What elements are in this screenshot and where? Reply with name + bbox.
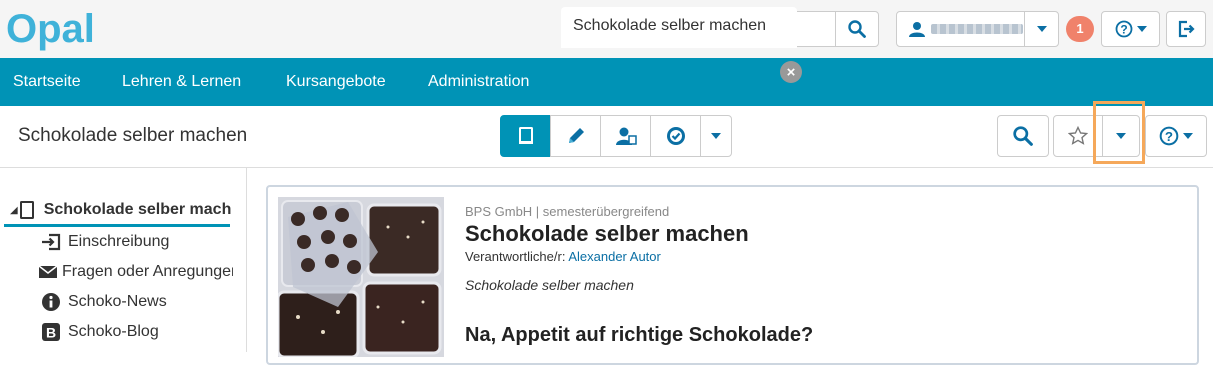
caret-down-icon bbox=[1036, 26, 1047, 32]
highlight-frame bbox=[1093, 101, 1145, 164]
tree-item-label: Schoko-Blog bbox=[68, 323, 159, 340]
course-assessment-button[interactable] bbox=[650, 115, 701, 157]
caret-down-icon bbox=[711, 133, 721, 139]
book-icon bbox=[518, 127, 533, 144]
main-navigation: Startseite Lehren & Lernen Kursangebote … bbox=[0, 58, 1213, 106]
course-organization: BPS GmbH | semesterübergreifend bbox=[465, 204, 670, 219]
course-description: Schokolade selber machen bbox=[465, 277, 634, 293]
responsible-line: Verantwortliche/r: Alexander Autor bbox=[465, 249, 661, 264]
nav-item-lehren-lernen[interactable]: Lehren & Lernen bbox=[122, 58, 241, 106]
help-button-header[interactable]: ? bbox=[1101, 11, 1160, 47]
search-icon bbox=[848, 20, 866, 38]
svg-text:?: ? bbox=[1120, 23, 1127, 37]
user-icon bbox=[909, 22, 925, 37]
envelope-icon bbox=[38, 265, 58, 279]
tree-item-schoko-blog[interactable]: B Schoko-Blog bbox=[38, 318, 233, 346]
book-icon bbox=[18, 200, 36, 220]
blog-icon: B bbox=[38, 322, 64, 342]
tree-root-label: Schokolade selber machen bbox=[43, 201, 232, 218]
nav-item-administration[interactable]: Administration bbox=[428, 58, 529, 106]
tree-root-course[interactable]: ◢ Schokolade selber machen bbox=[10, 196, 232, 224]
tab-course-active[interactable]: Schokolade selber machen bbox=[561, 7, 797, 48]
tree-item-label: Fragen oder Anregungen bbox=[62, 263, 233, 280]
logout-button[interactable] bbox=[1166, 11, 1206, 47]
help-icon: ? bbox=[1115, 20, 1132, 38]
help-icon: ? bbox=[1159, 126, 1179, 146]
close-tab-icon[interactable]: × bbox=[780, 61, 802, 83]
nav-item-kursangebote[interactable]: Kursangebote bbox=[286, 58, 386, 106]
course-tools-dropdown[interactable] bbox=[700, 115, 732, 157]
course-info-title: Schokolade selber machen bbox=[465, 221, 749, 246]
enrollment-icon bbox=[38, 233, 64, 251]
content-headline: Na, Appetit auf richtige Schokolade? bbox=[465, 324, 814, 346]
collapse-toggle-icon[interactable]: ◢ bbox=[10, 205, 18, 216]
svg-text:?: ? bbox=[1165, 129, 1173, 144]
course-view-button[interactable] bbox=[500, 115, 551, 157]
course-members-button[interactable] bbox=[600, 115, 651, 157]
search-icon bbox=[1013, 126, 1033, 146]
svg-text:B: B bbox=[46, 325, 56, 341]
help-button-course[interactable]: ? bbox=[1145, 115, 1207, 157]
opal-logo[interactable]: Opal bbox=[6, 6, 102, 52]
active-node-indicator bbox=[4, 224, 230, 227]
user-name-blurred bbox=[931, 24, 1023, 34]
user-menu-button[interactable] bbox=[896, 11, 1025, 47]
course-image bbox=[278, 197, 444, 357]
members-icon bbox=[615, 127, 637, 145]
star-icon bbox=[1068, 126, 1088, 145]
responsible-person-link[interactable]: Alexander Autor bbox=[568, 249, 661, 264]
logout-icon bbox=[1178, 20, 1195, 38]
search-button[interactable] bbox=[835, 11, 879, 47]
course-title: Schokolade selber machen bbox=[18, 125, 248, 146]
course-search-button[interactable] bbox=[997, 115, 1049, 157]
caret-down-icon bbox=[1136, 26, 1147, 32]
responsible-label: Verantwortliche/r: bbox=[465, 249, 566, 264]
info-icon bbox=[38, 292, 64, 312]
pencil-icon bbox=[568, 128, 584, 143]
user-menu-caret[interactable] bbox=[1024, 11, 1059, 47]
nav-item-startseite[interactable]: Startseite bbox=[13, 58, 81, 106]
svg-text:Opal: Opal bbox=[6, 7, 95, 51]
tree-item-einschreibung[interactable]: Einschreibung bbox=[38, 228, 233, 256]
tree-item-fragen[interactable]: Fragen oder Anregungen bbox=[38, 258, 233, 286]
tree-item-schoko-news[interactable]: Schoko-News bbox=[38, 288, 233, 316]
course-edit-button[interactable] bbox=[550, 115, 601, 157]
caret-down-icon bbox=[1183, 133, 1193, 139]
notification-badge[interactable]: 1 bbox=[1066, 16, 1094, 42]
tree-item-label: Schoko-News bbox=[68, 293, 167, 310]
course-mode-group bbox=[500, 115, 732, 157]
tree-item-label: Einschreibung bbox=[68, 233, 170, 250]
badge-check-icon bbox=[666, 127, 685, 145]
